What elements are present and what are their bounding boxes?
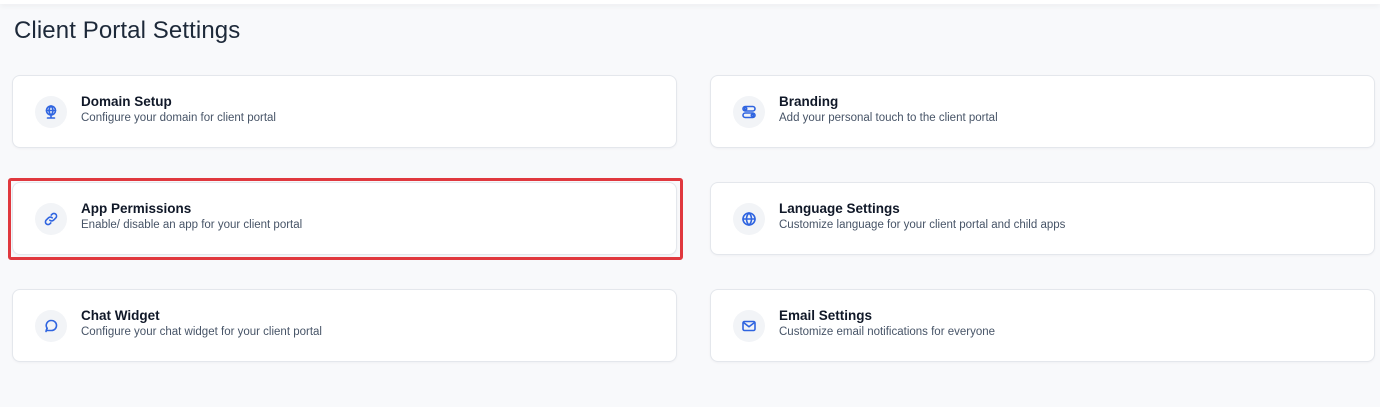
branding-card[interactable]: Branding Add your personal touch to the …	[710, 75, 1375, 148]
language-settings-title: Language Settings	[779, 201, 900, 216]
domain-setup-card[interactable]: Domain Setup Configure your domain for c…	[12, 75, 677, 148]
chat-bubble-icon	[35, 309, 67, 342]
email-settings-description: Customize email notifications for everyo…	[779, 326, 996, 338]
chat-widget-description: Configure your chat widget for your clie…	[81, 326, 322, 338]
page-title: Client Portal Settings	[14, 17, 241, 44]
globe-pin-icon	[35, 95, 67, 128]
domain-setup-description: Configure your domain for client portal	[81, 112, 276, 124]
email-settings-title: Email Settings	[779, 308, 873, 323]
language-settings-card[interactable]: Language Settings Customize language for…	[710, 182, 1375, 255]
app-permissions-description: Enable/ disable an app for your client p…	[81, 219, 303, 231]
branding-title: Branding	[779, 94, 839, 109]
language-settings-description: Customize language for your client porta…	[779, 219, 1066, 231]
globe-icon	[733, 202, 765, 235]
mail-icon	[733, 309, 765, 342]
domain-setup-title: Domain Setup	[81, 94, 172, 109]
app-permissions-card[interactable]: App Permissions Enable/ disable an app f…	[8, 178, 683, 260]
app-permissions-title: App Permissions	[81, 201, 192, 216]
chat-widget-card[interactable]: Chat Widget Configure your chat widget f…	[12, 289, 677, 362]
branding-description: Add your personal touch to the client po…	[779, 112, 998, 124]
top-bar	[0, 0, 1380, 4]
link-icon	[35, 202, 67, 235]
settings-grid: Domain Setup Configure your domain for c…	[8, 75, 1375, 362]
email-settings-card[interactable]: Email Settings Customize email notificat…	[710, 289, 1375, 362]
chat-widget-title: Chat Widget	[81, 308, 160, 323]
toggle-icon	[733, 95, 765, 128]
